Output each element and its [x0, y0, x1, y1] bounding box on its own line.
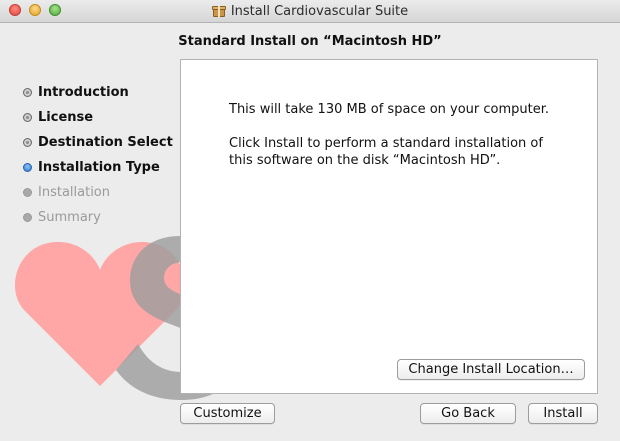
step-current-bullet-icon [23, 163, 32, 172]
step-label: Destination Select [38, 135, 173, 150]
step-bullet-icon [23, 113, 32, 122]
window-title-group: Install Cardiovascular Suite [0, 0, 620, 22]
step-introduction: Introduction [23, 80, 173, 105]
package-icon [211, 5, 226, 18]
step-summary: Summary [23, 205, 173, 230]
install-instructions-line-1: Click Install to perform a standard inst… [229, 136, 543, 151]
step-bullet-icon [23, 213, 32, 222]
title-bar[interactable]: Install Cardiovascular Suite [0, 0, 620, 23]
pane-heading: Standard Install on “Macintosh HD” [178, 34, 442, 49]
step-bullet-icon [23, 138, 32, 147]
installer-window: Install Cardiovascular Suite Standard In… [0, 0, 620, 441]
step-label: License [38, 110, 94, 125]
step-destination-select: Destination Select [23, 130, 173, 155]
step-bullet-icon [23, 188, 32, 197]
change-install-location-button[interactable]: Change Install Location… [397, 359, 585, 380]
step-license: License [23, 105, 173, 130]
customize-button[interactable]: Customize [180, 403, 275, 424]
go-back-button[interactable]: Go Back [420, 403, 516, 424]
step-label: Installation Type [38, 160, 160, 175]
install-instructions-line-2: this software on the disk “Macintosh HD”… [229, 153, 501, 168]
install-instructions-text: Click Install to perform a standard inst… [229, 135, 543, 169]
step-label: Installation [38, 185, 111, 200]
step-installation-type: Installation Type [23, 155, 173, 180]
step-installation: Installation [23, 180, 173, 205]
content-panel: This will take 130 MB of space on your c… [180, 59, 598, 394]
step-bullet-icon [23, 88, 32, 97]
step-label: Summary [38, 210, 101, 225]
install-button[interactable]: Install [528, 403, 598, 424]
step-label: Introduction [38, 85, 129, 100]
window-title: Install Cardiovascular Suite [230, 3, 409, 19]
space-required-text: This will take 130 MB of space on your c… [229, 102, 550, 117]
installer-steps-list: Introduction License Destination Select … [23, 80, 173, 230]
